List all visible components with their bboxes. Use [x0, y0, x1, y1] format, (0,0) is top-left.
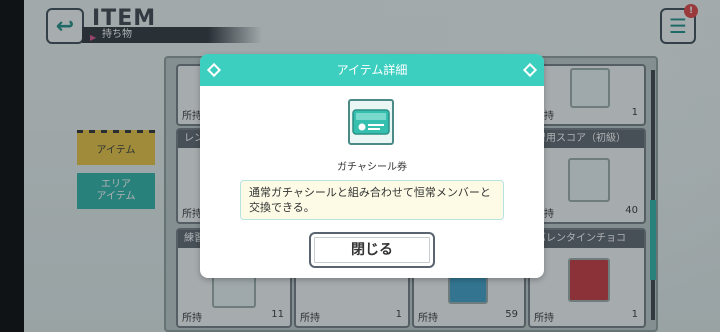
diamond-icon: [206, 62, 222, 78]
item-detail-dialog: アイテム詳細 ガチャシール券 通常ガチャシールと組み合わせて恒常メンバーと交換で…: [200, 54, 544, 278]
diamond-icon: [522, 62, 538, 78]
dialog-header: アイテム詳細: [200, 54, 544, 86]
dialog-title: アイテム詳細: [336, 63, 408, 77]
item-description: 通常ガチャシールと組み合わせて恒常メンバーと交換できる。: [240, 180, 504, 220]
ticket-icon: [348, 99, 394, 145]
item-name: ガチャシール券: [337, 162, 407, 173]
close-button[interactable]: 閉じる: [309, 232, 435, 268]
